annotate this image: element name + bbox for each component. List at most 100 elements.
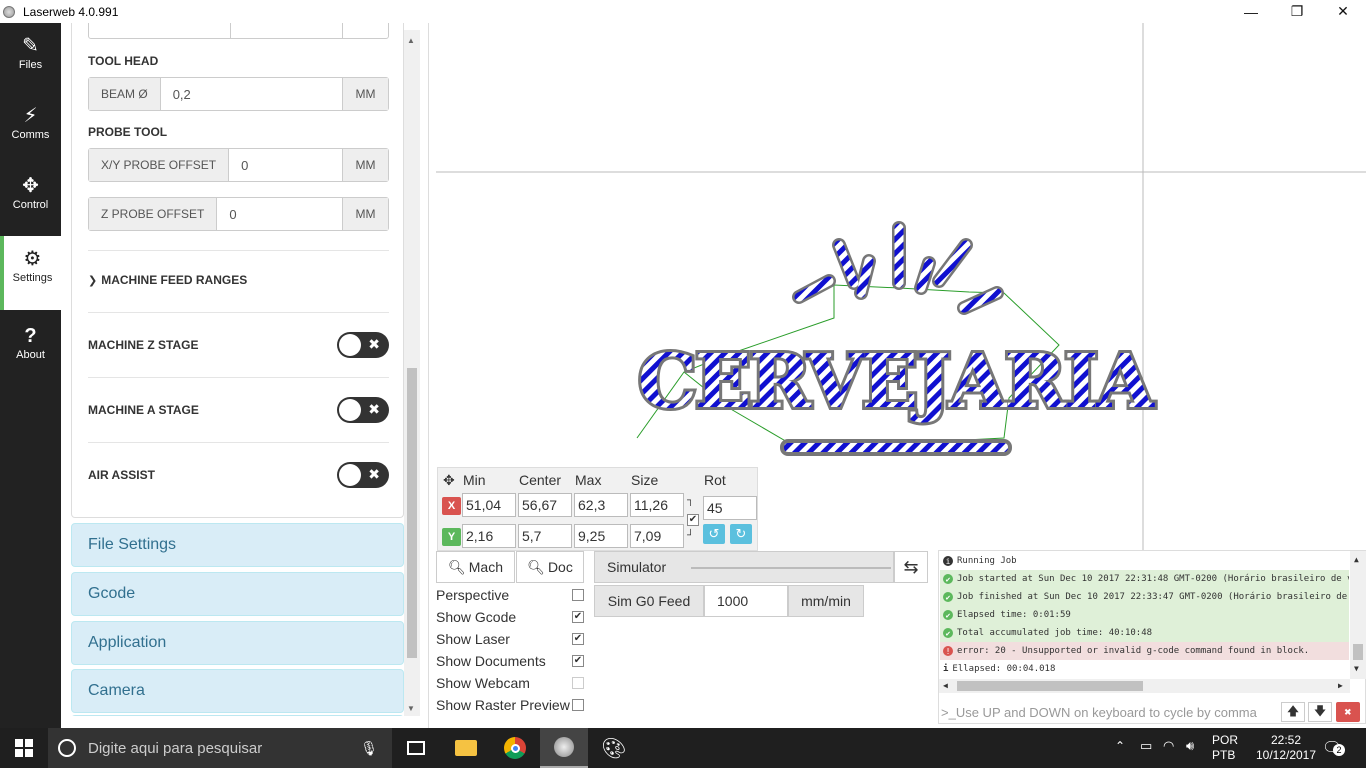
show-gcode-checkbox[interactable]: ✔ <box>572 611 584 623</box>
z-stage-toggle[interactable]: ✖ <box>337 332 389 358</box>
minimize-button[interactable]: — <box>1228 0 1274 23</box>
option-show-gcode[interactable]: Show Gcode ✔ <box>436 607 584 627</box>
close-icon: ✖ <box>1344 705 1352 719</box>
nav-comms-label: Comms <box>11 129 50 141</box>
nav-settings[interactable]: ⚙ Settings <box>0 236 61 310</box>
console-panel: i Running Job ✔ Job started at Sun Dec 10 … <box>938 550 1366 724</box>
scroll-thumb[interactable] <box>1353 644 1363 660</box>
option-show-documents[interactable]: Show Documents ✔ <box>436 651 584 671</box>
y-size-input[interactable]: 7,09 <box>630 524 684 548</box>
accordion-next[interactable] <box>71 715 404 716</box>
a-stage-row: MACHINE A STAGE ✖ <box>88 395 389 425</box>
scroll-down-icon[interactable]: ▼ <box>1354 664 1359 673</box>
air-assist-row: AIR ASSIST ✖ <box>88 460 389 490</box>
search-icon: 🔍︎ <box>527 558 545 575</box>
option-perspective[interactable]: Perspective <box>436 585 584 605</box>
rotation-input[interactable]: 45 <box>703 496 757 520</box>
explorer-button[interactable] <box>442 728 490 768</box>
settings-scrollbar[interactable]: ▲ ▼ <box>404 30 420 716</box>
xy-probe-input[interactable]: 0 <box>229 149 342 181</box>
perspective-checkbox[interactable] <box>572 589 584 601</box>
accordion-application[interactable]: Application <box>71 621 404 665</box>
feed-ranges-toggle[interactable]: ❯ MACHINE FEED RANGES <box>88 273 247 287</box>
scroll-right-icon[interactable]: ▶ <box>1338 681 1343 690</box>
language-indicator[interactable]: POR PTB <box>1212 733 1238 763</box>
accordion-file-settings[interactable]: File Settings <box>71 523 404 567</box>
console-hscroll[interactable]: ◀ ▶ <box>939 679 1350 693</box>
laserweb-icon <box>554 737 574 757</box>
y-center-input[interactable]: 5,7 <box>518 524 572 548</box>
move-icon[interactable]: ✥ <box>443 472 455 489</box>
nav-about-label: About <box>16 349 45 361</box>
air-assist-label: AIR ASSIST <box>88 468 155 482</box>
clock[interactable]: 22:52 10/12/2017 <box>1254 733 1318 763</box>
show-raster-checkbox[interactable] <box>572 699 584 711</box>
lock-aspect-checkbox[interactable]: ✔ <box>687 514 699 526</box>
x-min-input[interactable]: 51,04 <box>462 493 516 517</box>
console-line: ! error: 20 - Unsupported or invalid g-co… <box>940 642 1349 660</box>
console-vscroll[interactable]: ▲ ▼ <box>1350 551 1366 679</box>
x-max-input[interactable]: 62,3 <box>574 493 628 517</box>
nav-files[interactable]: ✎ Files <box>0 23 61 91</box>
wifi-icon[interactable]: ◠ <box>1163 738 1174 754</box>
clear-console-button[interactable]: ✖ <box>1336 702 1360 722</box>
air-assist-toggle[interactable]: ✖ <box>337 462 389 488</box>
chrome-button[interactable] <box>491 728 539 768</box>
accordion-gcode[interactable]: Gcode <box>71 572 404 616</box>
rotate-cw-button[interactable]: ↻ <box>730 524 752 544</box>
paint-taskbar-button[interactable]: 🎨︎ <box>590 728 638 768</box>
beam-diameter-field: BEAM Ø 0,2 MM <box>88 77 389 111</box>
task-view-button[interactable] <box>392 728 440 768</box>
chevron-up-icon[interactable]: ⌃ <box>1115 739 1125 753</box>
link-bottom-icon: ┘ <box>687 530 695 541</box>
beam-input[interactable]: 0,2 <box>161 78 342 110</box>
accordion-camera[interactable]: Camera <box>71 669 404 713</box>
scroll-up-icon[interactable]: ▲ <box>1354 555 1359 564</box>
x-size-input[interactable]: 11,26 <box>630 493 684 517</box>
scroll-thumb[interactable] <box>957 681 1143 691</box>
nav-about[interactable]: ? About <box>0 313 61 381</box>
mach-view-button[interactable]: 🔍︎ Mach <box>436 551 515 583</box>
console-input[interactable]: >_Use UP and DOWN on keyboard to cycle b… <box>939 701 1279 723</box>
y-min-input[interactable]: 2,16 <box>462 524 516 548</box>
laserweb-taskbar-button[interactable] <box>540 728 588 768</box>
lang-primary: POR <box>1212 733 1239 747</box>
scroll-left-icon[interactable]: ◀ <box>943 681 948 690</box>
y-max-input[interactable]: 9,25 <box>574 524 628 548</box>
volume-icon[interactable]: 🔊︎ <box>1186 738 1194 754</box>
nav-control[interactable]: ✥ Control <box>0 163 61 231</box>
notification-center[interactable]: 🗨︎ 2 <box>1322 738 1345 758</box>
xy-probe-offset-field: X/Y PROBE OFFSET 0 MM <box>88 148 389 182</box>
rotate-ccw-button[interactable]: ↺ <box>703 524 725 544</box>
a-stage-toggle[interactable]: ✖ <box>337 397 389 423</box>
sim-feed-input[interactable]: 1000 <box>704 585 788 617</box>
simulator-slider[interactable] <box>691 567 891 569</box>
scroll-thumb[interactable] <box>407 368 417 658</box>
z-probe-input[interactable]: 0 <box>217 198 342 230</box>
history-down-button[interactable]: 🡇 <box>1308 702 1332 722</box>
chrome-icon <box>504 737 526 759</box>
window-title: Laserweb 4.0.991 <box>23 4 119 19</box>
close-button[interactable]: ✕ <box>1320 0 1366 23</box>
dro-header-max: Max <box>575 472 602 488</box>
swap-button[interactable]: ⇆ <box>894 551 928 583</box>
scroll-up-icon[interactable]: ▲ <box>407 36 415 45</box>
battery-icon[interactable]: ▭ <box>1140 738 1152 754</box>
scroll-down-icon[interactable]: ▼ <box>407 704 415 713</box>
option-show-laser[interactable]: Show Laser ✔ <box>436 629 584 649</box>
show-webcam-checkbox[interactable] <box>572 677 584 689</box>
x-center-input[interactable]: 56,67 <box>518 493 572 517</box>
doc-view-button[interactable]: 🔍︎ Doc <box>516 551 584 583</box>
option-show-webcam[interactable]: Show Webcam <box>436 673 584 693</box>
show-laser-checkbox[interactable]: ✔ <box>572 633 584 645</box>
option-label: Perspective <box>436 587 510 603</box>
show-documents-checkbox[interactable]: ✔ <box>572 655 584 667</box>
nav-comms[interactable]: ⚡ Comms <box>0 93 61 161</box>
start-button[interactable] <box>0 728 48 768</box>
link-top-icon: ┐ <box>687 495 695 506</box>
history-up-button[interactable]: 🡅 <box>1281 702 1305 722</box>
restore-button[interactable]: ❐ <box>1274 0 1320 23</box>
option-show-raster-preview[interactable]: Show Raster Preview <box>436 695 584 715</box>
microphone-icon[interactable]: 🎙︎ <box>360 740 378 757</box>
taskbar-search[interactable]: Digite aqui para pesquisar 🎙︎ <box>48 728 392 768</box>
